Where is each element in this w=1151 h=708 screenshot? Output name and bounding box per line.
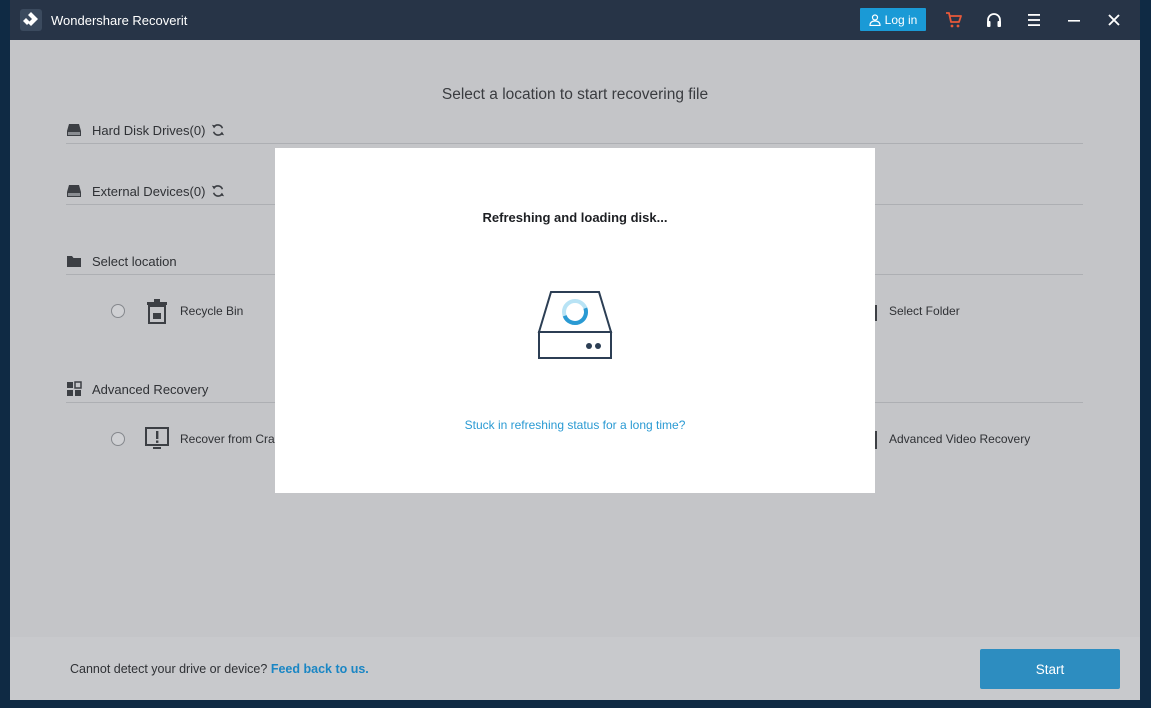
hard-disk-icon: [67, 124, 81, 136]
option-advanced-video[interactable]: Advanced Video Recovery: [870, 426, 1030, 452]
section-select-location: Select location: [66, 253, 177, 269]
radio-button[interactable]: [111, 432, 125, 446]
folder-icon: [67, 256, 81, 267]
recoverit-logo-icon: [20, 9, 42, 31]
app-window: Wondershare Recoverit Log in Select a lo…: [10, 0, 1140, 700]
footer-message: Cannot detect your drive or device?: [70, 662, 268, 676]
menu-icon: [1028, 14, 1040, 26]
section-label: Advanced Recovery: [92, 381, 209, 397]
headset-icon: [987, 13, 1001, 27]
feedback-link[interactable]: Feed back to us.: [271, 662, 369, 676]
crash-warning-icon: [145, 427, 169, 449]
option-recover-crash[interactable]: Recover from Crash: [111, 426, 287, 452]
close-button[interactable]: [1104, 10, 1124, 30]
close-icon: [1108, 14, 1120, 26]
option-label: Recover from Crash: [180, 432, 288, 446]
section-label: Hard Disk Drives(0): [92, 122, 206, 138]
recycle-bin-icon: [147, 299, 167, 324]
section-label: Select location: [92, 253, 177, 269]
footer-text: Cannot detect your drive or device? Feed…: [70, 662, 369, 676]
disk-loading-icon: [537, 291, 613, 359]
section-external: External Devices(0): [66, 183, 225, 199]
refresh-icon[interactable]: [211, 184, 225, 198]
minimize-button[interactable]: [1064, 10, 1084, 30]
menu-button[interactable]: [1024, 10, 1044, 30]
page-heading: Select a location to start recovering fi…: [441, 86, 709, 103]
login-label: Log in: [884, 12, 918, 27]
cart-button[interactable]: [944, 10, 964, 30]
refresh-icon[interactable]: [211, 123, 225, 137]
cart-icon: [946, 12, 962, 28]
option-recycle-bin[interactable]: Recycle Bin: [111, 298, 243, 324]
login-button[interactable]: Log in: [860, 8, 926, 31]
loading-dialog: Refreshing and loading disk... Stuck in …: [275, 148, 875, 493]
external-drive-icon: [67, 185, 81, 197]
radio-button[interactable]: [111, 304, 125, 318]
stuck-help-link[interactable]: Stuck in refreshing status for a long ti…: [275, 418, 875, 432]
section-advanced: Advanced Recovery: [66, 381, 208, 397]
section-label: External Devices(0): [92, 183, 206, 199]
option-label: Recycle Bin: [180, 304, 244, 318]
divider: [66, 143, 1083, 144]
bottom-bar: Cannot detect your drive or device? Feed…: [10, 637, 1140, 700]
dialog-title: Refreshing and loading disk...: [482, 210, 668, 225]
app-title: Wondershare Recoverit: [51, 13, 188, 28]
grid-icon: [67, 381, 82, 396]
title-bar: Wondershare Recoverit Log in: [10, 0, 1140, 40]
support-button[interactable]: [984, 10, 1004, 30]
section-hard-disk: Hard Disk Drives(0): [66, 122, 225, 138]
user-icon: [869, 13, 881, 26]
minimize-icon: [1068, 20, 1080, 22]
start-button[interactable]: Start: [980, 649, 1120, 689]
option-label: Select Folder: [889, 304, 960, 318]
option-label: Advanced Video Recovery: [889, 432, 1031, 446]
option-select-folder[interactable]: Select Folder: [870, 298, 960, 324]
